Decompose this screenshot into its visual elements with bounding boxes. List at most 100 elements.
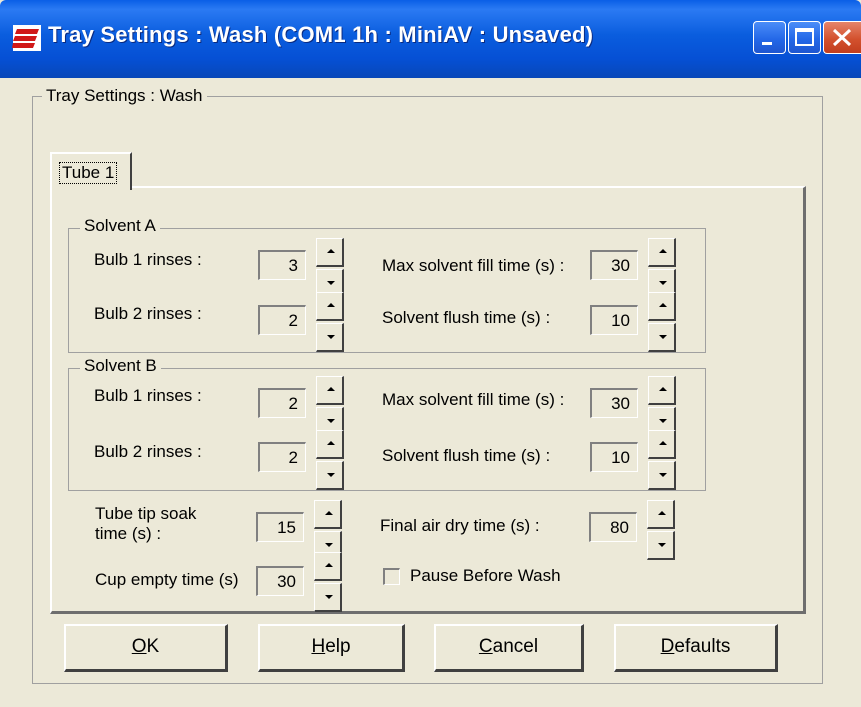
spin-down-button[interactable] <box>648 461 676 490</box>
cancel-label-rest: ancel <box>492 636 539 657</box>
spin-up-button[interactable] <box>648 238 676 267</box>
solvent-a-max-fill-label: Max solvent fill time (s) : <box>382 256 565 275</box>
tube-tip-soak-label-line2: time (s) : <box>95 524 162 543</box>
pause-before-wash-label[interactable]: Pause Before Wash <box>410 566 561 586</box>
spin-up-icon <box>327 303 335 307</box>
solvent-a-bulb2-field[interactable]: 2 <box>258 305 306 335</box>
spin-up-icon <box>659 387 667 391</box>
ok-button[interactable]: OK <box>64 624 228 672</box>
close-icon <box>832 28 852 47</box>
cup-empty-label: Cup empty time (s) <box>95 570 239 589</box>
maximize-button[interactable] <box>788 21 821 54</box>
spin-down-icon <box>327 281 335 285</box>
spin-down-icon <box>659 419 667 423</box>
defaults-button[interactable]: Defaults <box>614 624 778 672</box>
solvent-a-flush-spinner[interactable] <box>648 292 676 352</box>
spin-up-button[interactable] <box>648 292 676 321</box>
spin-up-icon <box>659 303 667 307</box>
solvent-b-max-fill-field[interactable]: 30 <box>590 388 638 418</box>
solvent-b-label: Solvent B <box>80 356 161 376</box>
solvent-a-max-fill-field[interactable]: 30 <box>590 250 638 280</box>
solvent-a-max-fill-spinner[interactable] <box>648 238 676 298</box>
spin-up-button[interactable] <box>316 238 344 267</box>
app-logo-icon <box>12 25 41 51</box>
spin-up-button[interactable] <box>316 430 344 459</box>
spin-down-icon <box>659 473 667 477</box>
spin-up-icon <box>325 511 333 515</box>
tube-tip-soak-field[interactable]: 15 <box>256 512 304 542</box>
help-label-rest: elp <box>325 636 351 657</box>
spin-down-icon <box>325 543 333 547</box>
final-air-dry-field[interactable]: 80 <box>589 512 637 542</box>
defaults-label-rest: efaults <box>674 636 731 657</box>
maximize-icon <box>795 28 814 46</box>
cup-empty-spinner[interactable] <box>314 552 342 612</box>
solvent-b-max-fill-spinner[interactable] <box>648 376 676 436</box>
final-air-dry-spinner[interactable] <box>647 500 675 560</box>
tube-tip-soak-spinner[interactable] <box>314 500 342 560</box>
solvent-a-bulb2-spinner[interactable] <box>316 292 344 352</box>
final-air-dry-label: Final air dry time (s) : <box>380 516 540 535</box>
tube-tip-soak-label-line1: Tube tip soak <box>95 504 197 523</box>
cup-empty-field[interactable]: 30 <box>256 566 304 596</box>
spin-up-button[interactable] <box>314 500 342 529</box>
spin-up-button[interactable] <box>316 376 344 405</box>
spin-up-icon <box>327 387 335 391</box>
spin-down-button[interactable] <box>316 323 344 352</box>
solvent-a-bulb1-label: Bulb 1 rinses : <box>94 250 202 269</box>
spin-up-icon <box>659 249 667 253</box>
solvent-b-bulb1-label: Bulb 1 rinses : <box>94 386 202 405</box>
solvent-a-bulb1-spinner[interactable] <box>316 238 344 298</box>
tab-tube-1[interactable]: Tube 1 <box>50 152 132 190</box>
spin-down-button[interactable] <box>648 323 676 352</box>
spin-up-button[interactable] <box>316 292 344 321</box>
spin-up-icon <box>659 441 667 445</box>
cancel-button[interactable]: Cancel <box>434 624 584 672</box>
solvent-b-bulb2-field[interactable]: 2 <box>258 442 306 472</box>
tray-settings-group-label: Tray Settings : Wash <box>42 86 207 106</box>
spin-up-icon <box>327 249 335 253</box>
spin-up-icon <box>325 563 333 567</box>
solvent-b-flush-spinner[interactable] <box>648 430 676 490</box>
spin-down-button[interactable] <box>314 583 342 612</box>
ok-label-rest: K <box>146 636 160 657</box>
defaults-mnemonic: D <box>660 636 675 657</box>
solvent-b-bulb2-spinner[interactable] <box>316 430 344 490</box>
spin-down-button[interactable] <box>647 531 675 560</box>
solvent-b-max-fill-label: Max solvent fill time (s) : <box>382 390 565 409</box>
window-title: Tray Settings : Wash (COM1 1h : MiniAV :… <box>48 22 594 47</box>
tab-tube-1-label: Tube 1 <box>59 162 118 184</box>
cancel-mnemonic: C <box>478 636 493 657</box>
spin-up-button[interactable] <box>647 500 675 529</box>
help-mnemonic: H <box>311 636 326 657</box>
close-button[interactable] <box>823 21 861 54</box>
spin-down-icon <box>658 543 666 547</box>
ok-mnemonic: O <box>131 636 147 657</box>
pause-before-wash-checkbox[interactable] <box>383 568 400 585</box>
spin-up-button[interactable] <box>314 552 342 581</box>
solvent-a-label: Solvent A <box>80 216 160 236</box>
spin-up-icon <box>327 441 335 445</box>
solvent-b-flush-label: Solvent flush time (s) : <box>382 446 551 465</box>
minimize-button[interactable] <box>753 21 786 54</box>
solvent-b-bulb1-spinner[interactable] <box>316 376 344 436</box>
spin-down-icon <box>327 419 335 423</box>
solvent-a-flush-field[interactable]: 10 <box>590 305 638 335</box>
solvent-a-bulb1-field[interactable]: 3 <box>258 250 306 280</box>
solvent-b-flush-field[interactable]: 10 <box>590 442 638 472</box>
solvent-a-flush-label: Solvent flush time (s) : <box>382 308 551 327</box>
spin-up-button[interactable] <box>648 430 676 459</box>
spin-down-icon <box>325 595 333 599</box>
spin-down-icon <box>327 473 335 477</box>
spin-up-icon <box>658 511 666 515</box>
title-bar[interactable]: Tray Settings : Wash (COM1 1h : MiniAV :… <box>0 0 861 78</box>
spin-down-icon <box>327 335 335 339</box>
spin-down-icon <box>659 335 667 339</box>
solvent-b-bulb1-field[interactable]: 2 <box>258 388 306 418</box>
help-button[interactable]: Help <box>258 624 405 672</box>
minimize-icon <box>762 42 772 45</box>
solvent-b-bulb2-label: Bulb 2 rinses : <box>94 442 202 461</box>
spin-up-button[interactable] <box>648 376 676 405</box>
solvent-a-bulb2-label: Bulb 2 rinses : <box>94 304 202 323</box>
spin-down-button[interactable] <box>316 461 344 490</box>
